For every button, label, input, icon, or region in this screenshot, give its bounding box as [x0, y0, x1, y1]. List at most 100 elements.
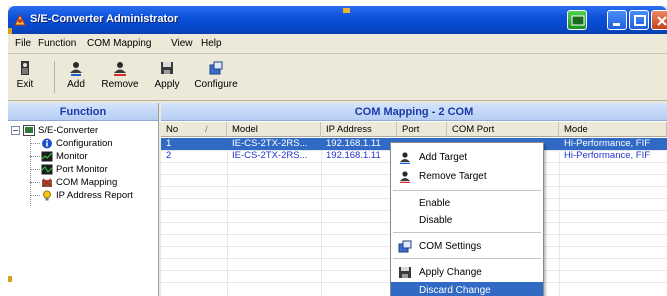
grid-header: No / Model IP Address Port COM Port Mode	[161, 122, 667, 137]
remove-label: Remove	[101, 79, 139, 90]
menu-view[interactable]: View	[171, 38, 193, 49]
cell-mode: Hi-Performance, FIF	[564, 150, 651, 161]
tray-app-button[interactable]	[567, 10, 587, 30]
column-model[interactable]: Model	[227, 122, 321, 137]
add-target-icon	[398, 151, 412, 165]
toolbar-separator	[54, 61, 55, 93]
edge-marker	[8, 28, 12, 34]
cell-model: IE-CS-2TX-2RS...	[232, 138, 308, 149]
tree-item-label: COM Mapping	[56, 177, 118, 188]
monitor-icon	[41, 151, 53, 162]
tree-item-root[interactable]: S/E-Converter	[23, 124, 98, 137]
menu-separator	[393, 232, 541, 233]
add-label: Add	[67, 79, 85, 90]
tree-connector	[30, 182, 40, 183]
context-menu: Add Target Remove Target Enable Disable …	[390, 142, 544, 296]
cell-ip-address: 192.168.1.11	[326, 150, 381, 161]
tree-item-label: S/E-Converter	[38, 125, 99, 136]
lightbulb-icon	[41, 190, 53, 201]
tree-item-configuration[interactable]: Configuration	[41, 137, 113, 150]
context-com-settings[interactable]: COM Settings	[391, 238, 543, 255]
maximize-icon	[634, 15, 646, 26]
com-settings-icon	[398, 240, 412, 253]
converter-icon	[23, 124, 35, 136]
function-panel-header: Function	[8, 103, 158, 121]
context-remove-target[interactable]: Remove Target	[391, 168, 543, 185]
app-window: S/E-Converter Administrator File Functio…	[8, 6, 667, 296]
tree-item-monitor[interactable]: Monitor	[41, 150, 88, 163]
context-discard-change[interactable]: Discard Change	[391, 282, 543, 296]
context-disable[interactable]: Disable	[391, 212, 543, 229]
collapse-toggle-icon[interactable]: −	[11, 126, 20, 135]
remove-target-icon	[114, 62, 126, 76]
context-item-label: Enable	[419, 198, 451, 209]
configure-label: Configure	[194, 79, 238, 90]
configure-icon	[209, 61, 223, 75]
add-button[interactable]: Add	[60, 57, 92, 97]
tree-item-com-mapping[interactable]: COM Mapping	[41, 176, 117, 189]
apply-label: Apply	[154, 79, 180, 90]
menu-function[interactable]: Function	[38, 38, 76, 49]
title-bar[interactable]: S/E-Converter Administrator	[8, 6, 667, 34]
window-title: S/E-Converter Administrator	[30, 13, 179, 25]
exit-button[interactable]: Exit	[10, 57, 40, 97]
sort-indicator: /	[205, 124, 208, 135]
column-com-port[interactable]: COM Port	[447, 122, 559, 137]
tree-item-label: Port Monitor	[56, 164, 108, 175]
column-ip-address[interactable]: IP Address	[321, 122, 397, 137]
tree-connector	[30, 169, 40, 170]
column-no[interactable]: No /	[161, 122, 227, 137]
cell-model: IE-CS-2TX-2RS...	[232, 150, 308, 161]
com-mapping-icon	[41, 177, 53, 188]
save-disk-icon	[398, 266, 412, 279]
menu-file[interactable]: File	[15, 38, 31, 49]
context-item-label: COM Settings	[419, 241, 482, 252]
context-add-target[interactable]: Add Target	[391, 149, 543, 166]
minimize-icon	[613, 23, 620, 26]
maximize-button[interactable]	[629, 10, 649, 30]
remove-button[interactable]: Remove	[100, 57, 140, 97]
save-disk-icon	[161, 62, 173, 74]
info-icon	[41, 138, 53, 149]
context-item-label: Remove Target	[419, 171, 487, 182]
toolbar: Exit Add Remove Apply Configure	[8, 55, 667, 101]
tree-connector	[30, 195, 40, 196]
add-target-icon	[70, 62, 82, 76]
tree-item-label: Configuration	[56, 138, 113, 149]
menu-bar: File Function COM Mapping View Help	[8, 34, 667, 54]
configure-button[interactable]: Configure	[192, 57, 240, 97]
apply-button[interactable]: Apply	[150, 57, 184, 97]
tree-connector	[30, 143, 40, 144]
edge-marker	[8, 276, 12, 282]
function-panel: Function − S/E-Converter Configuration M…	[8, 103, 159, 296]
context-item-label: Add Target	[419, 152, 468, 163]
menu-com-mapping[interactable]: COM Mapping	[87, 38, 151, 49]
app-logo-icon	[13, 13, 27, 27]
cell-ip-address: 192.168.1.11	[326, 138, 381, 149]
tree-item-ip-address-report[interactable]: IP Address Report	[41, 189, 133, 202]
cell-no: 2	[166, 150, 172, 161]
context-item-label: Discard Change	[419, 285, 491, 296]
exit-icon	[21, 61, 29, 75]
column-mode[interactable]: Mode	[559, 122, 667, 137]
context-apply-change[interactable]: Apply Change	[391, 264, 543, 281]
tree-connector	[30, 156, 40, 157]
context-item-label: Apply Change	[419, 267, 482, 278]
cell-no: 1	[166, 138, 172, 149]
menu-separator	[393, 190, 541, 191]
context-enable[interactable]: Enable	[391, 195, 543, 212]
context-item-label: Disable	[419, 215, 453, 226]
close-icon	[657, 16, 667, 26]
cell-mode: Hi-Performance, FIF	[564, 138, 651, 149]
tree-item-label: Monitor	[56, 151, 88, 162]
exit-label: Exit	[16, 79, 34, 90]
column-label: No	[166, 124, 179, 135]
tree-item-port-monitor[interactable]: Port Monitor	[41, 163, 108, 176]
minimize-button[interactable]	[607, 10, 627, 30]
menu-help[interactable]: Help	[201, 38, 222, 49]
title-marker	[343, 8, 350, 13]
menu-separator	[393, 258, 541, 259]
column-port[interactable]: Port	[397, 122, 447, 137]
close-button[interactable]	[651, 10, 667, 30]
remove-target-icon	[398, 170, 412, 184]
